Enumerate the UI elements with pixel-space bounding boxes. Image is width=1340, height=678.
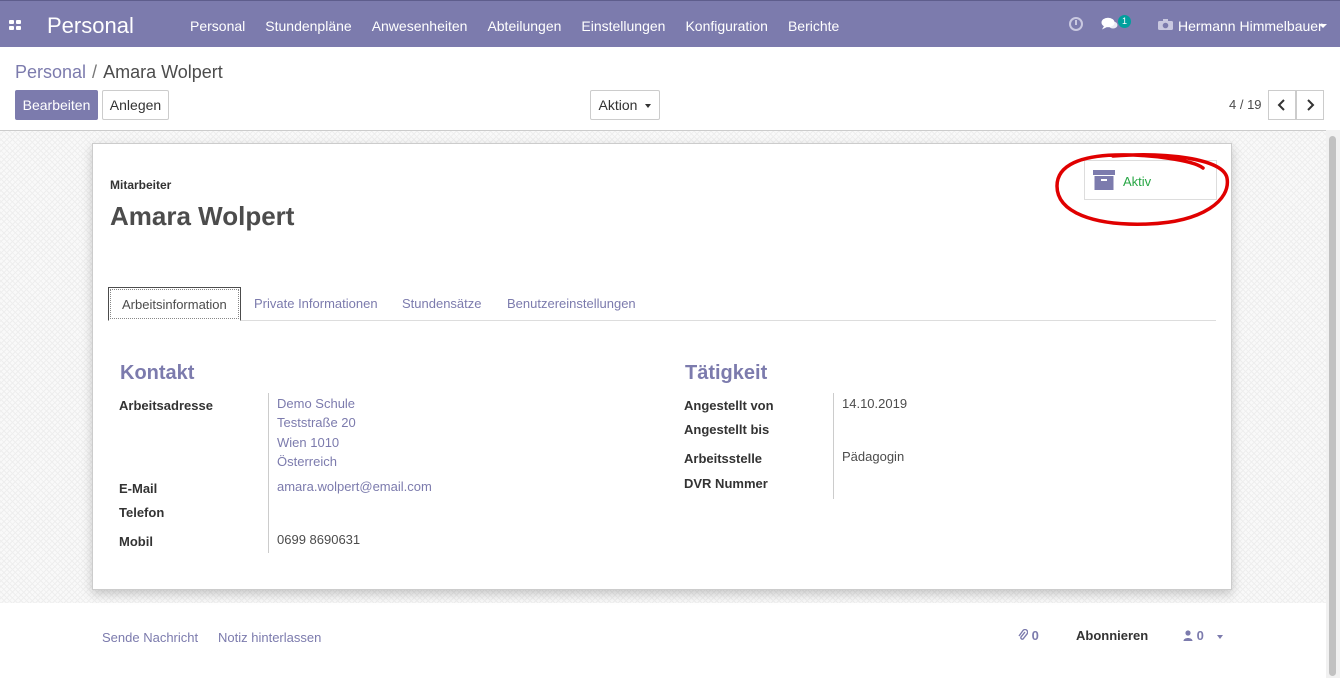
- chat-badge: 1: [1118, 15, 1131, 28]
- archive-icon: [1093, 170, 1115, 190]
- hired-from-value: 14.10.2019: [842, 396, 908, 411]
- contact-divider: [268, 393, 269, 553]
- employee-label: Mitarbeiter: [110, 178, 172, 192]
- pager-previous-button[interactable]: [1268, 90, 1296, 120]
- menu-item-einstellungen[interactable]: Einstellungen: [581, 18, 665, 34]
- followers-count: 0: [1196, 628, 1204, 643]
- chat-icon[interactable]: [1101, 17, 1118, 30]
- email-label: E-Mail: [119, 481, 158, 496]
- menu-item-stundenplaene[interactable]: Stundenpläne: [265, 18, 351, 34]
- create-button[interactable]: Anlegen: [102, 90, 169, 120]
- dvr-label: DVR Nummer: [684, 476, 768, 491]
- action-label: Aktion: [598, 97, 638, 113]
- app-title: Personal: [47, 13, 134, 38]
- chevron-right-icon: [1307, 99, 1315, 111]
- scrollbar-thumb[interactable]: [1329, 136, 1336, 676]
- hired-until-label: Angestellt bis: [684, 422, 770, 437]
- scrollbar[interactable]: [1326, 130, 1340, 678]
- user-icon[interactable]: [1158, 19, 1173, 30]
- address-line-2[interactable]: Teststraße 20: [277, 415, 356, 430]
- pager-value: 4 / 19: [1229, 97, 1262, 112]
- menu-item-konfiguration[interactable]: Konfiguration: [685, 18, 768, 34]
- user-name[interactable]: Hermann Himmelbauer: [1178, 18, 1323, 34]
- hired-from-label: Angestellt von: [684, 398, 774, 413]
- form-sheet: Mitarbeiter Amara Wolpert Aktiv Arbeitsi…: [92, 143, 1232, 590]
- address-line-1[interactable]: Demo Schule: [277, 396, 355, 411]
- edit-button[interactable]: Bearbeiten: [15, 90, 98, 120]
- tab-private-informationen[interactable]: Private Informationen: [241, 287, 391, 321]
- attachments-count: 0: [1031, 628, 1039, 643]
- followers-button[interactable]: 0: [1183, 628, 1224, 643]
- address-line-4[interactable]: Österreich: [277, 454, 337, 469]
- breadcrumb: Personal / Amara Wolpert: [15, 62, 223, 83]
- phone-label: Telefon: [119, 505, 165, 520]
- apps-icon[interactable]: [9, 20, 21, 30]
- job-label: Arbeitsstelle: [684, 451, 763, 466]
- main-menu: Personal Stundenpläne Anwesenheiten Abte…: [190, 18, 839, 34]
- email-value[interactable]: amara.wolpert@email.com: [277, 479, 432, 494]
- person-icon: [1183, 630, 1193, 641]
- paperclip-icon: [1018, 628, 1029, 640]
- send-message-button[interactable]: Sende Nachricht: [102, 630, 198, 645]
- pager-next-button[interactable]: [1296, 90, 1324, 120]
- caret-down-icon: [645, 104, 652, 109]
- active-toggle-button[interactable]: Aktiv: [1084, 160, 1217, 200]
- menu-item-personal[interactable]: Personal: [190, 18, 245, 34]
- chevron-down-icon[interactable]: [1319, 24, 1327, 28]
- followers-caret-icon: [1217, 634, 1224, 639]
- active-label: Aktiv: [1123, 174, 1152, 189]
- clock-icon[interactable]: [1069, 17, 1083, 31]
- activity-section-title: Tätigkeit: [685, 362, 768, 384]
- job-value: Pädagogin: [842, 449, 905, 464]
- action-dropdown[interactable]: Aktion: [590, 90, 660, 120]
- employee-name: Amara Wolpert: [110, 201, 295, 231]
- breadcrumb-separator: /: [92, 62, 98, 82]
- form-tabs: Arbeitsinformation Private Informationen…: [108, 287, 1216, 321]
- menu-item-berichte[interactable]: Berichte: [788, 18, 839, 34]
- contact-section-title: Kontakt: [120, 362, 195, 384]
- tab-benutzereinstellungen[interactable]: Benutzereinstellungen: [494, 287, 649, 321]
- address-label: Arbeitsadresse: [119, 398, 213, 413]
- breadcrumb-current: Amara Wolpert: [103, 62, 223, 82]
- mobile-label: Mobil: [119, 534, 153, 549]
- activity-divider: [833, 393, 834, 499]
- address-line-3[interactable]: Wien 1010: [277, 435, 339, 450]
- tab-stundensaetze[interactable]: Stundensätze: [389, 287, 495, 321]
- log-note-button[interactable]: Notiz hinterlassen: [218, 630, 321, 645]
- menu-item-abteilungen[interactable]: Abteilungen: [487, 18, 561, 34]
- tab-arbeitsinformation[interactable]: Arbeitsinformation: [108, 287, 241, 321]
- menu-item-anwesenheiten[interactable]: Anwesenheiten: [372, 18, 468, 34]
- attachments-button[interactable]: 0: [1018, 628, 1039, 643]
- follow-button[interactable]: Abonnieren: [1076, 628, 1148, 643]
- breadcrumb-parent[interactable]: Personal: [15, 62, 86, 82]
- chevron-left-icon: [1277, 99, 1285, 111]
- mobile-value: 0699 8690631: [277, 532, 361, 547]
- top-navbar: Personal Personal Stundenpläne Anwesenhe…: [0, 0, 1340, 47]
